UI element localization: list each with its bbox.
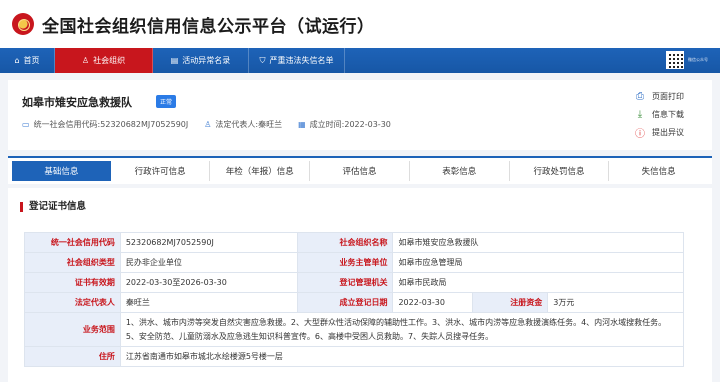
table-row: 住所 江苏省南通市如皋市城北水绘楼源5号楼一层 xyxy=(24,346,685,367)
emblem-logo xyxy=(12,13,34,35)
download-label: 信息下载 xyxy=(652,109,684,119)
address-key: 住所 xyxy=(24,346,121,367)
nav-social-org[interactable]: ♙ 社会组织 xyxy=(55,48,153,73)
objection-label: 提出异议 xyxy=(652,127,684,137)
id-card-icon: ▭ xyxy=(22,120,30,129)
capital-cell: 3万元 xyxy=(547,292,684,313)
legal-rep-label: 法定代表人: xyxy=(215,120,259,129)
scope-cell: 1、洪水、城市内涝等突发自然灾害应急救援。2、大型群众性活动保障的辅助性工作。3… xyxy=(119,312,685,347)
section-title: 登记证书信息 xyxy=(20,202,86,212)
org-name: 如皋市雉安应急救援队 xyxy=(22,96,132,109)
org-card: 如皋市雉安应急救援队 正常 ▭ 统一社会信用代码: 52320682MJ7052… xyxy=(8,80,712,150)
legal-rep-cell: 秦旺兰 xyxy=(119,292,298,313)
objection-button[interactable]: ⓘ 提出异议 xyxy=(634,123,694,141)
tab-annual-inspection[interactable]: 年检（年报）信息 xyxy=(210,161,311,181)
tab-license-info[interactable]: 行政许可信息 xyxy=(111,161,211,181)
credit-code-value: 52320682MJ7052590J xyxy=(100,120,189,129)
qr-code xyxy=(666,51,684,69)
list-icon: ▤ xyxy=(170,56,179,65)
info-tabs: 基础信息 行政许可信息 年检（年报）信息 评估信息 表彰信息 行政处罚信息 失信… xyxy=(8,156,712,184)
alert-icon: ⓘ xyxy=(635,128,645,140)
tab-commendation[interactable]: 表彰信息 xyxy=(410,161,510,181)
person-icon: ♙ xyxy=(204,120,212,129)
org-meta: ▭ 统一社会信用代码: 52320682MJ7052590J ♙ 法定代表人: … xyxy=(22,119,407,130)
shield-icon: ⛉ xyxy=(259,55,266,65)
nav-abnormal-list-label: 活动异常名录 xyxy=(182,56,231,65)
tab-dishonesty[interactable]: 失信信息 xyxy=(609,161,708,181)
download-icon: ⤓ xyxy=(637,108,643,120)
table-row: 社会组织类型 民办非企业单位 业务主管单位 如皋市应急管理局 xyxy=(24,252,684,273)
validity-key: 证书有效期 xyxy=(24,272,121,293)
nav-abnormal-list[interactable]: ▤ 活动异常名录 xyxy=(153,48,249,73)
table-row: 法定代表人 秦旺兰 成立登记日期 2022-03-30 注册资金 3万元 xyxy=(24,292,684,313)
table-row: 统一社会信用代码 52320682MJ7052590J 社会组织名称 如皋市雉安… xyxy=(24,232,684,253)
org-type-key: 社会组织类型 xyxy=(24,252,121,273)
capital-key: 注册资金 xyxy=(472,292,549,313)
legal-rep-value: 秦旺兰 xyxy=(258,120,283,129)
table-row: 业务范围 1、洪水、城市内涝等突发自然灾害应急救援。2、大型群众性活动保障的辅助… xyxy=(24,312,685,347)
main-nav: ⌂ 首页 ♙ 社会组织 ▤ 活动异常名录 ⛉ 严重违法失信名单 微信公众号 xyxy=(0,48,720,73)
download-button[interactable]: ⤓ 信息下载 xyxy=(634,105,694,123)
org-name-key: 社会组织名称 xyxy=(296,232,394,253)
established-item: ▦ 成立时间: 2022-03-30 xyxy=(298,119,391,130)
site-title: 全国社会组织信用信息公示平台（试运行） xyxy=(42,16,375,37)
scope-key: 业务范围 xyxy=(24,312,121,347)
nav-social-org-label: 社会组织 xyxy=(93,56,126,65)
registrar-cell: 如皋市民政局 xyxy=(392,272,684,293)
legal-rep-key: 法定代表人 xyxy=(24,292,121,313)
legal-rep-item: ♙ 法定代表人: 秦旺兰 xyxy=(204,119,282,130)
established-key: 成立登记日期 xyxy=(296,292,394,313)
org-name-cell: 如皋市雉安应急救援队 xyxy=(392,232,684,253)
validity-cell: 2022-03-30至2026-03-30 xyxy=(119,272,298,293)
nav-blacklist-label: 严重违法失信名单 xyxy=(269,56,334,65)
print-button[interactable]: ⎙ 页面打印 xyxy=(634,87,694,105)
nav-home-label: 首页 xyxy=(23,56,40,65)
org-type-cell: 民办非企业单位 xyxy=(119,252,298,273)
print-label: 页面打印 xyxy=(652,91,684,101)
calendar-icon: ▦ xyxy=(298,120,306,129)
established-cell: 2022-03-30 xyxy=(392,292,474,313)
user-icon: ♙ xyxy=(81,56,90,65)
tab-basic-info[interactable]: 基础信息 xyxy=(12,161,111,181)
tab-evaluation[interactable]: 评估信息 xyxy=(310,161,410,181)
credit-code-cell: 52320682MJ7052590J xyxy=(119,232,298,253)
credit-code-key: 统一社会信用代码 xyxy=(24,232,121,253)
established-value: 2022-03-30 xyxy=(344,120,391,129)
status-badge: 正常 xyxy=(156,95,177,108)
home-icon: ⌂ xyxy=(14,56,20,65)
tab-penalty[interactable]: 行政处罚信息 xyxy=(510,161,610,181)
address-cell: 江苏省南通市如皋市城北水绘楼源5号楼一层 xyxy=(119,346,685,367)
side-actions: ⎙ 页面打印 ⤓ 信息下载 ⓘ 提出异议 xyxy=(634,87,694,141)
credit-code-label: 统一社会信用代码: xyxy=(33,120,101,129)
site-header: 全国社会组织信用信息公示平台（试运行） xyxy=(0,0,720,48)
registration-table: 统一社会信用代码 52320682MJ7052590J 社会组织名称 如皋市雉安… xyxy=(24,232,685,367)
supervisor-key: 业务主管单位 xyxy=(296,252,394,273)
qr-caption: 微信公众号 xyxy=(688,57,708,62)
established-label: 成立时间: xyxy=(309,120,345,129)
credit-code-item: ▭ 统一社会信用代码: 52320682MJ7052590J xyxy=(22,119,188,130)
nav-home[interactable]: ⌂ 首页 xyxy=(0,48,55,73)
content-panel: 登记证书信息 统一社会信用代码 52320682MJ7052590J 社会组织名… xyxy=(8,188,712,382)
table-row: 证书有效期 2022-03-30至2026-03-30 登记管理机关 如皋市民政… xyxy=(24,272,684,293)
printer-icon: ⎙ xyxy=(636,90,644,102)
nav-blacklist[interactable]: ⛉ 严重违法失信名单 xyxy=(249,48,345,73)
registrar-key: 登记管理机关 xyxy=(296,272,394,293)
supervisor-cell: 如皋市应急管理局 xyxy=(392,252,684,273)
